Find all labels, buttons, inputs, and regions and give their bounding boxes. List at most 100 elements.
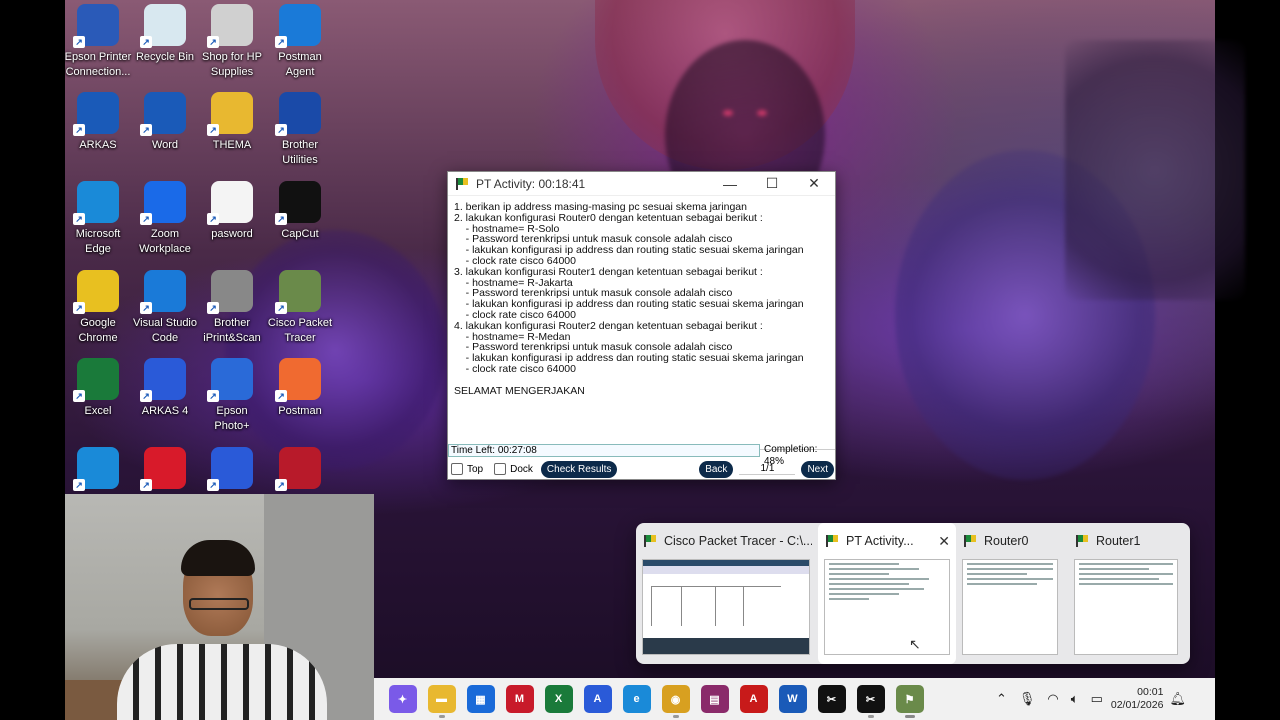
cisco-packet-tracer-icon[interactable]: ⚑	[895, 685, 924, 718]
folder-icon: ↗	[207, 92, 253, 136]
shortcut-arrow-icon: ↗	[140, 36, 152, 48]
capcut-icon[interactable]: ✂	[817, 685, 846, 713]
desktop-icon[interactable]: ↗ Postman Agent	[266, 4, 334, 80]
arkas-icon[interactable]: A	[583, 685, 612, 713]
wifi-icon[interactable]: ◠	[1047, 691, 1058, 707]
hp-printer-icon: ↗	[207, 4, 253, 48]
glasses-icon	[189, 598, 249, 610]
close-icon[interactable]: ✕	[793, 172, 835, 196]
desktop-icon-label: Epson Photo+	[214, 405, 250, 432]
zoom-icon: ↗	[140, 181, 186, 225]
postman-agent-icon: ↗	[275, 4, 321, 48]
shortcut-arrow-icon: ↗	[73, 479, 85, 491]
shortcut-arrow-icon: ↗	[140, 479, 152, 491]
shortcut-arrow-icon: ↗	[275, 124, 287, 136]
thumbnail-title: Router1	[1096, 534, 1141, 548]
thumbnail-pt-activity[interactable]: PT Activity... ✕ ↖	[818, 523, 956, 664]
desktop-icon[interactable]: ↗ Google Chrome	[64, 270, 132, 346]
copilot-icon[interactable]: ✦	[388, 685, 417, 713]
thumbnail-cisco-packet-tracer[interactable]: Cisco Packet Tracer - C:\...	[636, 523, 818, 664]
arkas-icon: ↗	[73, 92, 119, 136]
edge-icon: ↗	[73, 181, 119, 225]
chevron-up-icon[interactable]: ⌃	[996, 691, 1007, 707]
desktop-icon[interactable]: ↗ Brother iPrint&Scan	[198, 270, 266, 346]
microsoft-store-icon[interactable]: ▦	[466, 685, 495, 713]
pt-activity-titlebar[interactable]: PT Activity: 00:18:41 — ☐ ✕	[448, 172, 835, 196]
arkas4-icon: ↗	[140, 358, 186, 402]
desktop-icon[interactable]: ↗ THEMA	[198, 92, 266, 153]
desktop-icon[interactable]: ↗ Excel	[64, 358, 132, 419]
desktop-icon[interactable]: ↗ Zoom Workplace	[131, 181, 199, 257]
thumbnail-title: PT Activity...	[846, 534, 914, 548]
edge-icon[interactable]: e	[622, 685, 651, 713]
mcafee-icon[interactable]: M	[505, 685, 534, 713]
desktop-icon[interactable]: ↗	[64, 447, 132, 493]
next-button[interactable]: Next	[801, 460, 834, 478]
desktop-icon[interactable]: ↗ Word	[131, 92, 199, 153]
thumbnail-preview	[1074, 559, 1178, 655]
desktop-icon[interactable]: ↗ pasword	[198, 181, 266, 242]
desktop-icon[interactable]: ↗ Epson Printer Connection...	[64, 4, 132, 80]
thumbnail-preview	[642, 559, 810, 655]
desktop-icon-label: ARKAS	[79, 139, 117, 151]
desktop-icon[interactable]: ↗ Cisco Packet Tracer	[266, 270, 334, 346]
word-icon[interactable]: W	[778, 685, 807, 713]
desktop-icon-label: Excel	[84, 405, 112, 417]
dock-checkbox[interactable]	[494, 463, 507, 475]
desktop-icon-label: ARKAS 4	[141, 405, 189, 417]
maximize-icon[interactable]: ☐	[751, 172, 793, 196]
dock-label: Dock	[510, 463, 533, 475]
desktop-icon[interactable]: ↗ Epson Photo+	[198, 358, 266, 434]
desktop-icon[interactable]: ↗ ARKAS	[64, 92, 132, 153]
desktop-icon[interactable]: ↗ Shop for HP Supplies	[198, 4, 266, 80]
acrobat-icon[interactable]: A	[739, 685, 768, 713]
thumbnail-router1[interactable]: Router1	[1068, 523, 1188, 664]
back-button[interactable]: Back	[699, 460, 734, 478]
pt-activity-window[interactable]: PT Activity: 00:18:41 — ☐ ✕ 1. berikan i…	[447, 171, 836, 480]
shortcut-arrow-icon: ↗	[207, 124, 219, 136]
speaker-icon[interactable]: 🔈︎	[1071, 691, 1079, 707]
microphone-icon[interactable]: 🎙︎	[1019, 691, 1036, 707]
chrome-icon[interactable]: ◉	[661, 685, 690, 718]
shortcut-arrow-icon: ↗	[207, 36, 219, 48]
wallpaper-castle	[1065, 40, 1245, 300]
desktop-icon[interactable]: ↗ Recycle Bin	[131, 4, 199, 65]
vscode-icon: ↗	[140, 270, 186, 314]
desktop-icon-label: Visual Studio Code	[132, 317, 197, 344]
clock-date: 02/01/2026	[1110, 699, 1164, 711]
winrar-icon[interactable]: ▤	[700, 685, 729, 713]
top-checkbox[interactable]	[451, 463, 463, 475]
desktop-icon[interactable]: ↗ Microsoft Edge	[64, 181, 132, 257]
desktop-icon-label: Epson Printer Connection...	[64, 51, 132, 78]
desktop-icon[interactable]: ↗ Postman	[266, 358, 334, 419]
desktop-icon[interactable]: ↗	[266, 447, 334, 493]
shortcut-arrow-icon: ↗	[73, 390, 85, 402]
shortcut-arrow-icon: ↗	[275, 213, 287, 225]
excel-icon[interactable]: X	[544, 685, 573, 713]
desktop-icon[interactable]: ↗	[198, 447, 266, 493]
capcut-icon-2[interactable]: ✂	[856, 685, 885, 718]
desktop-icon[interactable]: ↗ Brother Utilities	[266, 92, 334, 168]
desktop-icon-label: THEMA	[212, 139, 252, 151]
desktop-icon[interactable]: ↗	[131, 447, 199, 493]
desktop-icon[interactable]: ↗ Visual Studio Code	[131, 270, 199, 346]
shortcut-arrow-icon: ↗	[207, 479, 219, 491]
minimize-icon[interactable]: —	[709, 172, 751, 196]
shortcut-arrow-icon: ↗	[275, 390, 287, 402]
desktop-icon-label: Recycle Bin	[135, 51, 195, 63]
instruction-line: SELAMAT MENGERJAKAN	[454, 384, 585, 397]
desktop-icon-label: Postman	[278, 405, 322, 417]
desktop-icon-label: Cisco Packet Tracer	[267, 317, 333, 344]
file-explorer-icon[interactable]: ▬	[427, 685, 456, 718]
word-icon: ↗	[140, 92, 186, 136]
thumbnail-router0[interactable]: Router0	[956, 523, 1068, 664]
close-icon[interactable]: ✕	[938, 533, 950, 550]
taskbar-apps: ✦ ▬ ▦ M X Ae ◉ ▤ A W ✂ ✂ ⚑	[383, 685, 929, 718]
check-results-button[interactable]: Check Results	[540, 460, 618, 478]
battery-icon[interactable]: ▭	[1091, 691, 1103, 707]
desktop-icon[interactable]: ↗ CapCut	[266, 181, 334, 242]
notification-icon[interactable]: 🔔︎	[1169, 691, 1186, 707]
desktop-icon-label: pasword	[211, 228, 253, 240]
desktop-icon[interactable]: ↗ ARKAS 4	[131, 358, 199, 419]
clock[interactable]: 00:01 02/01/2026	[1111, 686, 1164, 712]
